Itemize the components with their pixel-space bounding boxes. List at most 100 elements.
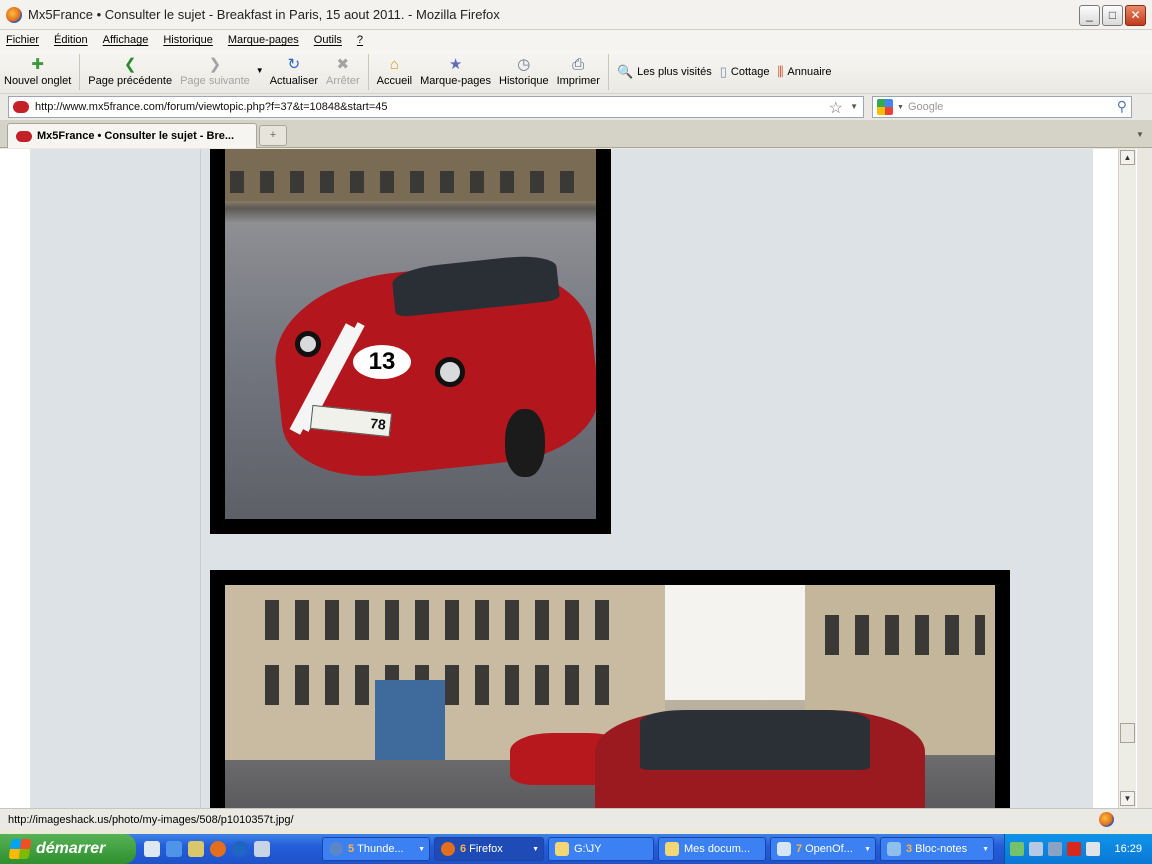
history-dropdown-button[interactable]: ▼ (256, 52, 264, 92)
task-count: 3 (906, 843, 913, 855)
bookmark-annuaire[interactable]: ⫼ Annuaire (777, 64, 831, 80)
task-label: Firefox (469, 843, 503, 855)
new-tab-button[interactable]: ✚ Nouvel onglet (4, 52, 71, 92)
tray-antivirus-icon[interactable] (1067, 842, 1081, 856)
chevron-down-icon: ▼ (864, 845, 871, 853)
photo-building-windows (265, 600, 625, 640)
media-player-icon[interactable] (232, 841, 248, 857)
tray-security-icon[interactable] (1048, 842, 1062, 856)
address-url[interactable]: http://www.mx5france.com/forum/viewtopic… (35, 101, 388, 113)
firefox-icon (6, 6, 22, 23)
search-icon[interactable]: ⚲ (1117, 98, 1127, 115)
system-tray: 16:29 (1004, 834, 1152, 864)
page-scrollbar[interactable]: ▲ ▼ (1118, 149, 1136, 808)
magnifier-folder-icon: 🔍 (616, 63, 634, 79)
menu-marque-pages[interactable]: Marque-pages (228, 34, 299, 46)
close-button[interactable]: ✕ (1125, 5, 1146, 26)
reload-label: Actualiser (269, 74, 319, 87)
task-notepad[interactable]: 3 Bloc-notes ▼ (880, 837, 994, 861)
search-placeholder[interactable]: Google (908, 101, 943, 113)
status-text: http://imageshack.us/photo/my-images/508… (8, 813, 294, 826)
window-controls: _ □ ✕ (1079, 5, 1146, 26)
back-button[interactable]: ❮ Page précédente (88, 52, 172, 92)
thunderbird-icon (329, 842, 343, 856)
menu-help[interactable]: ? (357, 34, 363, 46)
home-label: Accueil (376, 74, 413, 87)
post-photo-red-mx5[interactable]: 13 78 (210, 149, 611, 534)
forward-button[interactable]: ❯ Page suivante (180, 52, 250, 92)
photo-race-number: 13 (353, 345, 411, 379)
clock[interactable]: 16:29 (1114, 843, 1142, 855)
photo-car-wheel (505, 409, 545, 477)
scroll-up-arrow[interactable]: ▲ (1120, 150, 1135, 165)
tray-network-icon[interactable] (1010, 842, 1024, 856)
menu-fichier[interactable]: Fichier (6, 34, 39, 46)
quicklaunch-icon[interactable] (144, 841, 160, 857)
forward-arrow-icon: ❯ (208, 55, 222, 73)
new-tab-label: Nouvel onglet (4, 74, 72, 87)
new-tab-plus-button[interactable]: + (259, 125, 287, 146)
chevron-down-icon: ▼ (418, 845, 425, 853)
window-title: Mx5France • Consulter le sujet - Breakfa… (28, 7, 500, 22)
menu-outils[interactable]: Outils (314, 34, 342, 46)
bookmark-cottage[interactable]: ▯ Cottage (720, 64, 770, 80)
firefox-window: Mx5France • Consulter le sujet - Breakfa… (0, 0, 1152, 864)
post-photo-paris-street[interactable] (210, 570, 1010, 808)
outer-scrollbar[interactable] (1137, 149, 1152, 829)
maximize-button[interactable]: □ (1102, 5, 1123, 26)
menu-historique[interactable]: Historique (163, 34, 213, 46)
start-label: démarrer (36, 840, 106, 857)
tray-volume-icon[interactable] (1086, 842, 1100, 856)
menu-edition[interactable]: Édition (54, 34, 88, 46)
task-count: 5 (348, 843, 355, 855)
tab-list-button[interactable]: ▼ (1132, 125, 1148, 145)
start-button[interactable]: démarrer (0, 834, 136, 864)
task-firefox[interactable]: 6 Firefox ▼ (434, 837, 544, 861)
task-explorer-jy[interactable]: G:\JY (548, 837, 654, 861)
chevron-down-icon[interactable]: ▼ (850, 102, 858, 111)
tray-monitor-icon[interactable] (1029, 842, 1043, 856)
toolbar-separator (607, 53, 609, 90)
print-button[interactable]: ⎙ Imprimer (557, 52, 600, 92)
bookmark-most-visited[interactable]: 🔍 Les plus visités (617, 64, 712, 80)
bookmarks-button[interactable]: ★ Marque-pages (420, 52, 491, 92)
minimize-button[interactable]: _ (1079, 5, 1100, 26)
google-icon[interactable] (877, 99, 893, 115)
site-favicon (16, 130, 32, 142)
firefox-icon[interactable] (210, 841, 226, 857)
back-label: Page précédente (88, 74, 173, 87)
tab-mx5france[interactable]: Mx5France • Consulter le sujet - Bre... (7, 123, 257, 148)
folder-icon (665, 842, 679, 856)
show-desktop-icon[interactable] (254, 841, 270, 857)
tab-bar: Mx5France • Consulter le sujet - Bre... … (0, 120, 1152, 148)
stop-button[interactable]: ✖ Arrêter (326, 52, 360, 92)
back-arrow-icon: ❮ (123, 55, 137, 73)
history-button[interactable]: ◷ Historique (499, 52, 549, 92)
page-margin (1093, 149, 1118, 808)
photo-sky (665, 585, 805, 700)
firefox-status-icon[interactable] (1099, 812, 1114, 827)
address-bar[interactable]: http://www.mx5france.com/forum/viewtopic… (8, 96, 864, 118)
task-count: 7 (796, 843, 803, 855)
home-icon: ⌂ (389, 55, 399, 73)
menu-affichage[interactable]: Affichage (103, 34, 149, 46)
internet-explorer-icon[interactable] (166, 841, 182, 857)
task-my-documents[interactable]: Mes docum... (658, 837, 766, 861)
task-openoffice[interactable]: 7 OpenOf... ▼ (770, 837, 876, 861)
photo-car-headlight (435, 357, 465, 387)
printer-icon: ⎙ (572, 55, 585, 73)
scroll-down-arrow[interactable]: ▼ (1120, 791, 1135, 806)
task-thunderbird[interactable]: 5 Thunde... ▼ (322, 837, 430, 861)
stop-label: Arrêter (326, 74, 360, 87)
photo-building-windows (265, 665, 625, 705)
reload-button[interactable]: ↻ Actualiser (270, 52, 318, 92)
colored-bars-icon: ⫼ (777, 63, 784, 79)
media-icon[interactable] (188, 841, 204, 857)
scrollbar-thumb[interactable] (1120, 723, 1135, 743)
reload-icon: ↻ (287, 55, 301, 73)
search-box[interactable]: ▼ Google ⚲ (872, 96, 1132, 118)
bookmark-star-icon[interactable]: ☆ (829, 98, 843, 118)
home-button[interactable]: ⌂ Accueil (377, 52, 412, 92)
chevron-down-icon[interactable]: ▼ (897, 104, 904, 111)
photo-shopfront (375, 680, 445, 760)
